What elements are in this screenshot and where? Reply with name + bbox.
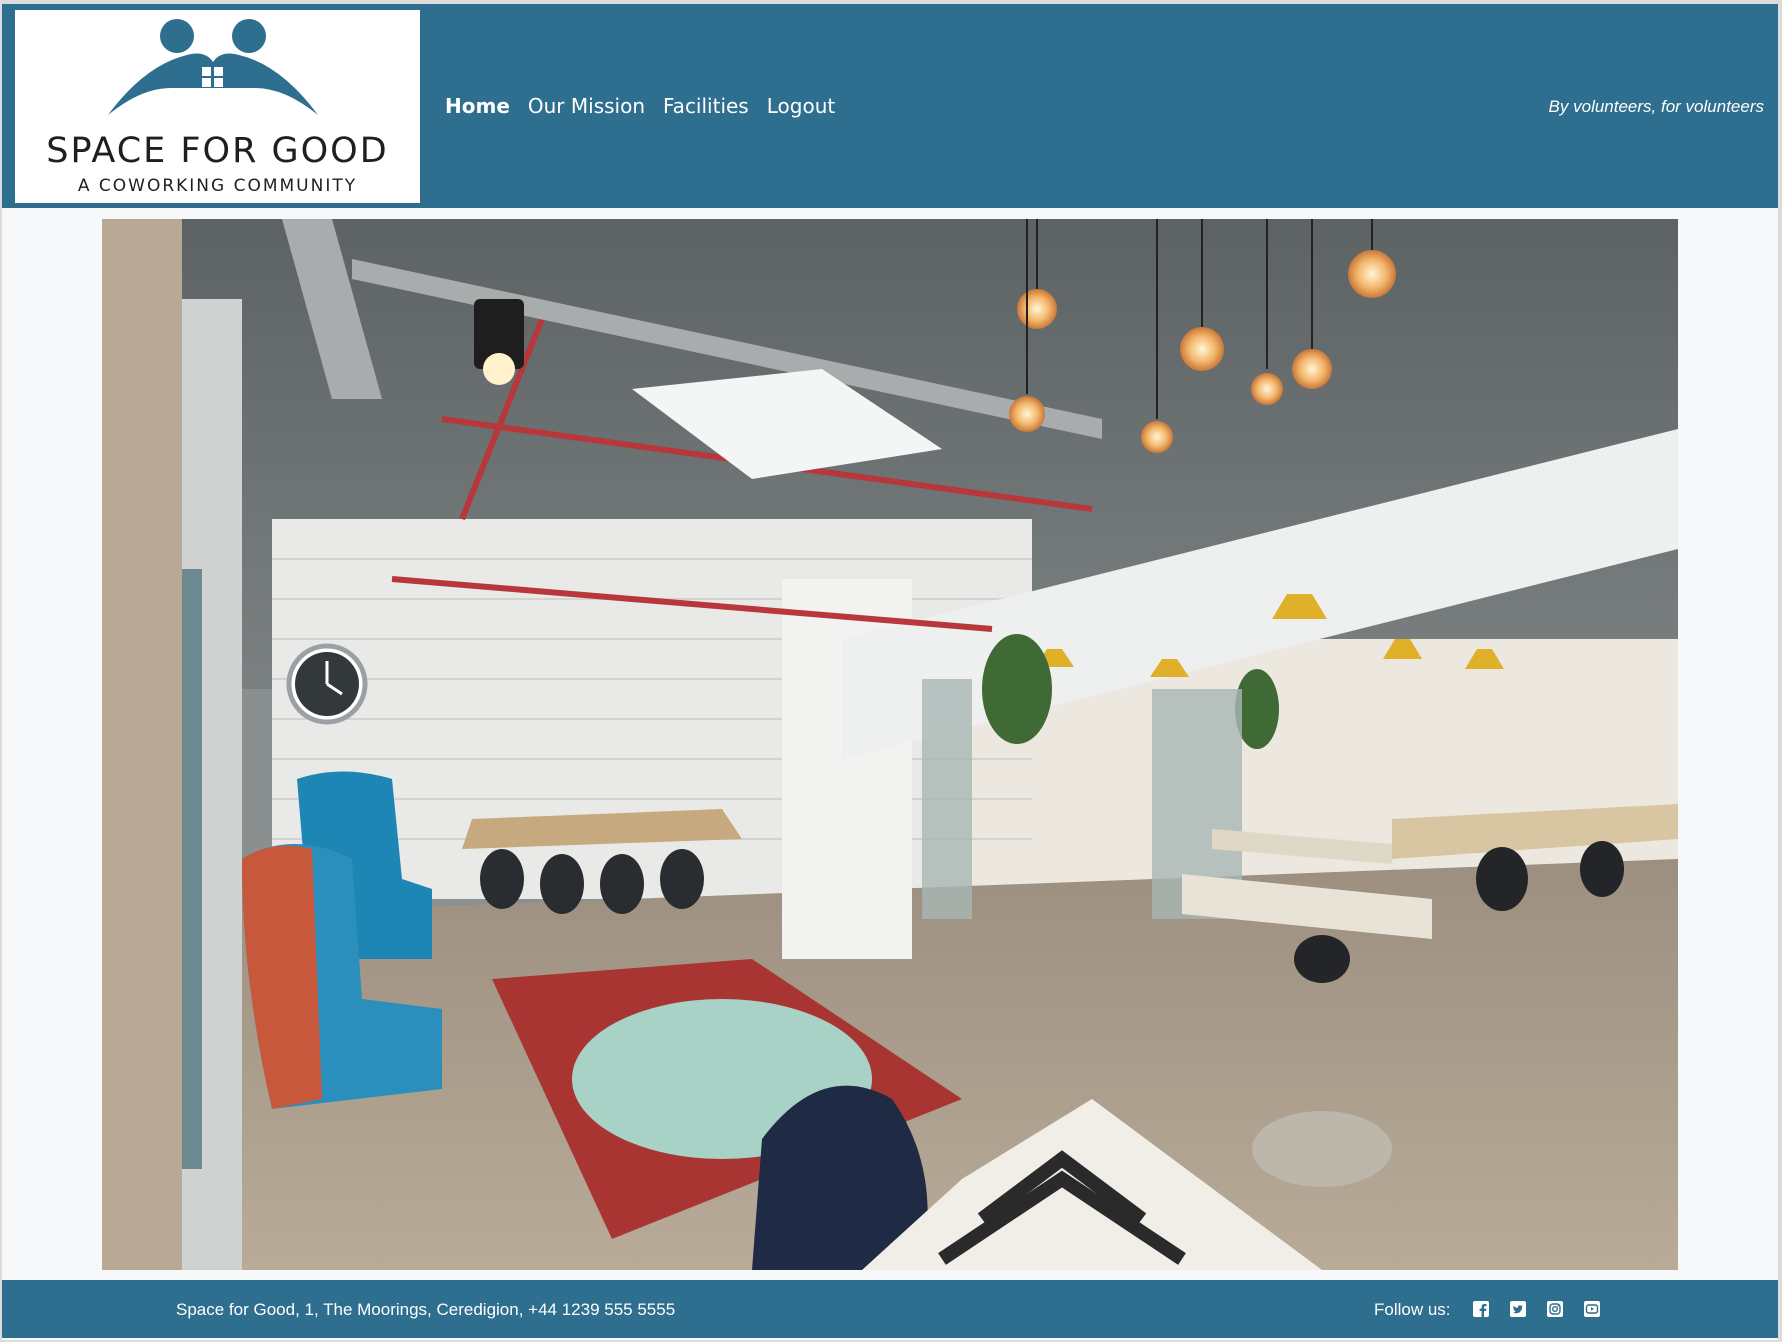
main-nav: Home Our Mission Facilities Logout <box>445 94 835 118</box>
logo-title: SPACE FOR GOOD <box>46 131 389 171</box>
nav-our-mission[interactable]: Our Mission <box>528 94 645 118</box>
twitter-icon[interactable] <box>1510 1301 1526 1317</box>
nav-facilities[interactable]: Facilities <box>663 94 749 118</box>
nav-logout[interactable]: Logout <box>767 94 835 118</box>
site-footer: Space for Good, 1, The Moorings, Ceredig… <box>2 1280 1778 1338</box>
follow-us-label: Follow us: <box>1374 1300 1451 1319</box>
hero-image <box>102 219 1678 1270</box>
people-house-logo-icon <box>108 19 318 115</box>
tagline: By volunteers, for volunteers <box>1548 97 1764 116</box>
social-links <box>1473 1301 1600 1317</box>
coworking-space-photo <box>102 219 1678 1270</box>
logo-subtitle: A COWORKING COMMUNITY <box>77 176 358 196</box>
facebook-icon[interactable] <box>1473 1301 1489 1317</box>
site-logo[interactable]: SPACE FOR GOOD A COWORKING COMMUNITY <box>15 10 420 203</box>
youtube-icon[interactable] <box>1584 1301 1600 1317</box>
page: SPACE FOR GOOD A COWORKING COMMUNITY Hom… <box>2 4 1778 1340</box>
instagram-icon[interactable] <box>1547 1301 1563 1317</box>
site-header: SPACE FOR GOOD A COWORKING COMMUNITY Hom… <box>2 4 1778 208</box>
nav-home[interactable]: Home <box>445 94 510 118</box>
footer-address: Space for Good, 1, The Moorings, Ceredig… <box>176 1300 676 1319</box>
